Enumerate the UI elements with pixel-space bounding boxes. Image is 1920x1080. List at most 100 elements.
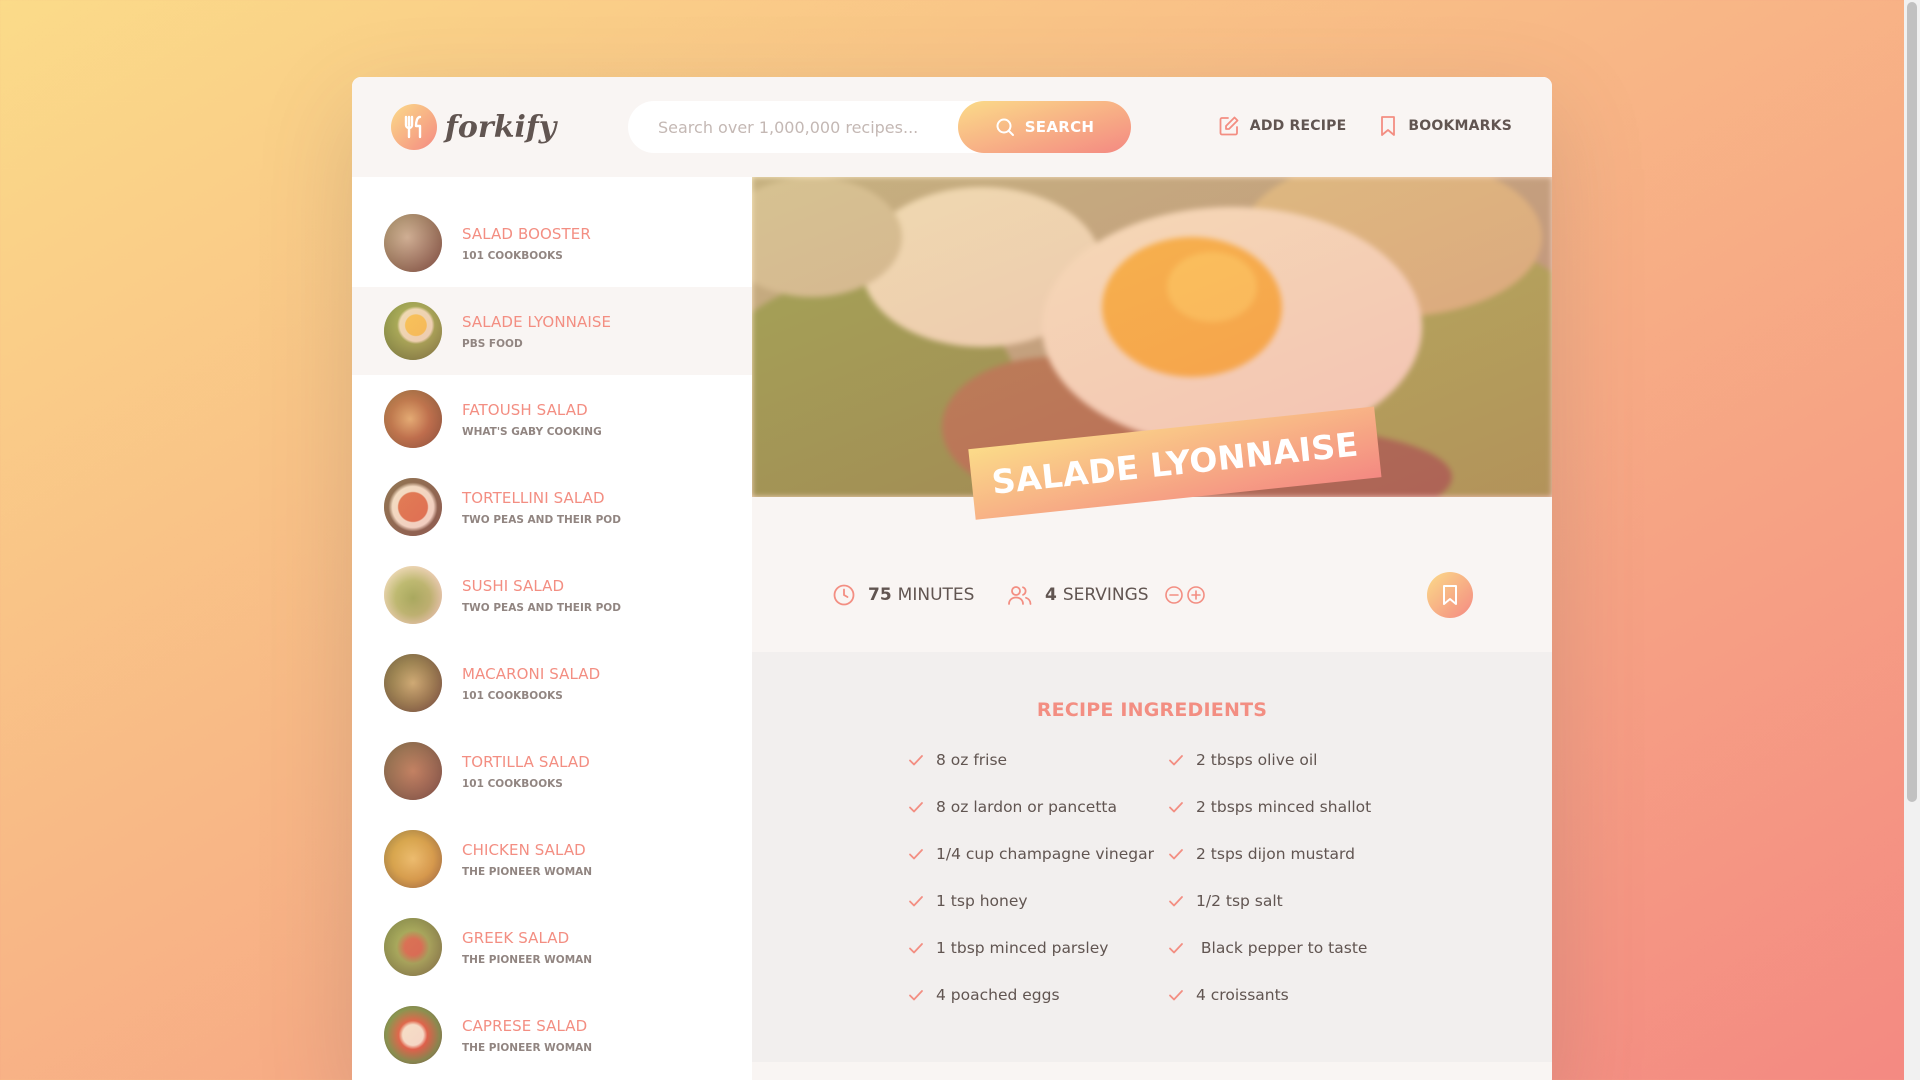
ingredient-item: 1 tbsp minced parsley	[908, 939, 1108, 957]
minus-circle-icon[interactable]	[1164, 585, 1184, 605]
recipe-details: 75 MINUTES 4 SERVINGS	[752, 497, 1552, 652]
ingredient-text: 2 tbsps olive oil	[1196, 751, 1318, 769]
edit-icon	[1219, 116, 1239, 136]
ingredient-item: 4 poached eggs	[908, 986, 1060, 1004]
result-title: TORTELLINI SALAD	[462, 489, 605, 507]
check-icon	[1169, 849, 1183, 860]
scrollbar-thumb[interactable]	[1907, 2, 1917, 802]
check-icon	[1169, 896, 1183, 907]
page-scrollbar[interactable]	[1904, 0, 1920, 1080]
add-recipe-button[interactable]: ADD RECIPE	[1218, 115, 1347, 137]
result-publisher: THE PIONEER WOMAN	[462, 954, 593, 966]
plus-circle-icon[interactable]	[1186, 585, 1206, 605]
recipe-view: SALADE LYONNAISE 75 MINUTES 4 SERVINGS R…	[752, 177, 1552, 1080]
result-image	[384, 390, 442, 448]
result-image	[384, 742, 442, 800]
result-publisher: THE PIONEER WOMAN	[462, 1042, 593, 1054]
result-item[interactable]: MACARONI SALAD 101 COOKBOOKS	[352, 639, 752, 727]
result-image	[384, 1006, 442, 1064]
bookmarks-label: BOOKMARKS	[1408, 118, 1512, 134]
search-form: SEARCH	[628, 101, 1131, 153]
check-icon	[909, 755, 923, 766]
ingredient-item: 2 tsps dijon mustard	[1168, 845, 1355, 863]
result-image	[384, 478, 442, 536]
ingredient-item: 1/4 cup champagne vinegar	[908, 845, 1154, 863]
nav: ADD RECIPE BOOKMARKS	[1218, 115, 1512, 137]
ingredient-item: 4 croissants	[1168, 986, 1289, 1004]
ingredient-text: 2 tbsps minced shallot	[1196, 798, 1372, 816]
result-item[interactable]: TORTELLINI SALAD TWO PEAS AND THEIR POD	[352, 463, 752, 551]
logo[interactable]: forkify	[391, 104, 556, 150]
recipe-ingredients: RECIPE INGREDIENTS 8 oz frise 8 oz lardo…	[752, 652, 1552, 1062]
result-item[interactable]: FATOUSH SALAD WHAT'S GABY COOKING	[352, 375, 752, 463]
result-publisher: TWO PEAS AND THEIR POD	[462, 602, 621, 614]
result-title: SALAD BOOSTER	[462, 225, 591, 243]
ingredient-item: 2 tbsps olive oil	[1168, 751, 1317, 769]
app-container: forkify SEARCH ADD RECIPE	[352, 77, 1552, 1080]
ingredient-text: 8 oz lardon or pancetta	[936, 798, 1117, 816]
ingredient-text: 1/2 tsp salt	[1196, 892, 1283, 910]
result-item[interactable]: SALADE LYONNAISE PBS FOOD	[352, 287, 752, 375]
ingredient-item: 1/2 tsp salt	[1168, 892, 1283, 910]
result-title: TORTILLA SALAD	[462, 753, 590, 771]
cooking-time: 75 MINUTES	[832, 583, 974, 607]
result-title: SUSHI SALAD	[462, 577, 565, 595]
result-publisher: TWO PEAS AND THEIR POD	[462, 514, 621, 526]
ingredient-text: 8 oz frise	[936, 751, 1008, 769]
result-item[interactable]: CAPRESE SALAD THE PIONEER WOMAN	[352, 991, 752, 1079]
fork-knife-icon	[391, 104, 437, 150]
result-item[interactable]: SALAD BOOSTER 101 COOKBOOKS	[352, 199, 752, 287]
result-title: FATOUSH SALAD	[462, 401, 588, 419]
result-publisher: 101 COOKBOOKS	[462, 690, 563, 702]
result-title: GREEK SALAD	[462, 929, 570, 947]
ingredient-item: 8 oz lardon or pancetta	[908, 798, 1117, 816]
cooking-time-value: 75	[868, 585, 892, 605]
bookmarks-button[interactable]: BOOKMARKS	[1378, 115, 1512, 137]
result-publisher: 101 COOKBOOKS	[462, 250, 563, 262]
check-icon	[1169, 755, 1183, 766]
result-item[interactable]: TORTILLA SALAD 101 COOKBOOKS	[352, 727, 752, 815]
bookmark-recipe-button[interactable]	[1427, 572, 1473, 618]
ingredient-text: 1 tsp honey	[936, 892, 1028, 910]
ingredient-item: Black pepper to taste	[1168, 939, 1367, 957]
result-image	[384, 830, 442, 888]
check-icon	[1169, 990, 1183, 1001]
check-icon	[909, 849, 923, 860]
servings-unit: SERVINGS	[1062, 585, 1149, 605]
search-icon	[996, 118, 1014, 136]
ingredient-text: 4 croissants	[1196, 986, 1289, 1004]
check-icon	[909, 943, 923, 954]
bookmark-icon	[1443, 585, 1457, 605]
result-title: CHICKEN SALAD	[462, 841, 586, 859]
search-input[interactable]	[658, 117, 958, 137]
result-title: MACARONI SALAD	[462, 665, 601, 683]
result-publisher: 101 COOKBOOKS	[462, 778, 563, 790]
check-icon	[1169, 943, 1183, 954]
check-icon	[1169, 802, 1183, 813]
ingredient-item: 8 oz frise	[908, 751, 1007, 769]
result-publisher: THE PIONEER WOMAN	[462, 866, 593, 878]
servings-value: 4	[1045, 585, 1057, 605]
ingredient-text: 4 poached eggs	[936, 986, 1060, 1004]
servings-controls	[1164, 585, 1206, 605]
result-title: SALADE LYONNAISE	[462, 313, 612, 331]
logo-text: forkify	[445, 109, 557, 145]
search-results: SALAD BOOSTER 101 COOKBOOKS SALADE LYONN…	[352, 177, 752, 1080]
result-item[interactable]: SUSHI SALAD TWO PEAS AND THEIR POD	[352, 551, 752, 639]
bookmark-icon	[1381, 116, 1396, 136]
search-button[interactable]: SEARCH	[958, 101, 1131, 153]
result-image	[384, 566, 442, 624]
ingredient-text: 2 tsps dijon mustard	[1196, 845, 1355, 863]
ingredients-heading: RECIPE INGREDIENTS	[1036, 699, 1268, 721]
header: forkify SEARCH ADD RECIPE	[352, 77, 1552, 177]
result-publisher: PBS FOOD	[462, 338, 523, 350]
ingredient-item: 2 tbsps minced shallot	[1168, 798, 1371, 816]
servings: 4 SERVINGS	[1007, 583, 1206, 607]
result-item[interactable]: CHICKEN SALAD THE PIONEER WOMAN	[352, 815, 752, 903]
result-image	[384, 214, 442, 272]
users-icon	[1008, 586, 1032, 605]
check-icon	[909, 896, 923, 907]
add-recipe-label: ADD RECIPE	[1249, 118, 1347, 134]
result-item[interactable]: GREEK SALAD THE PIONEER WOMAN	[352, 903, 752, 991]
result-image	[384, 302, 442, 360]
